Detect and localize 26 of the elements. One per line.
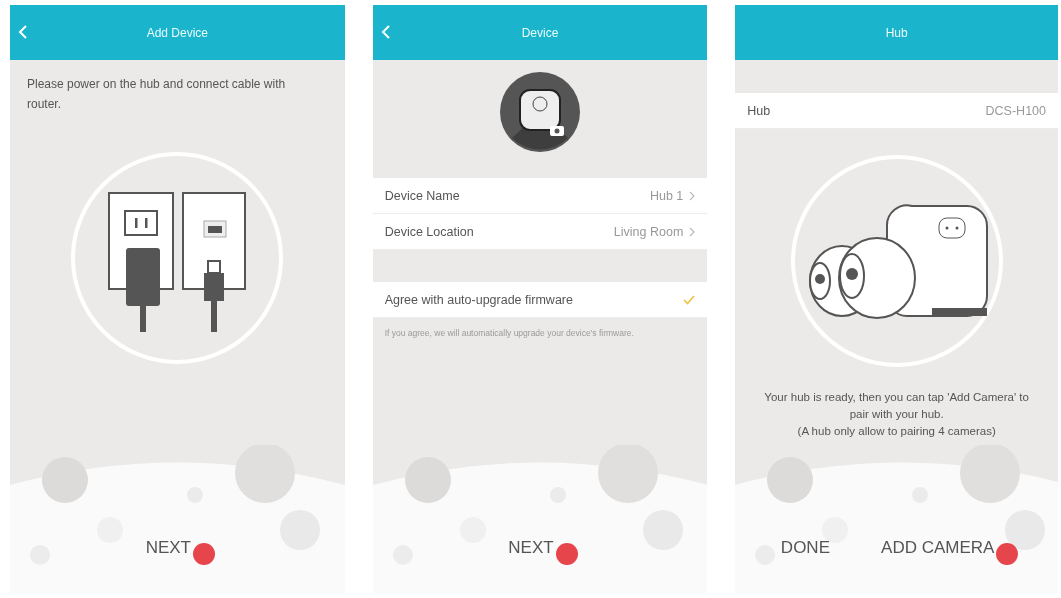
chevron-icon xyxy=(689,190,696,201)
back-icon[interactable] xyxy=(380,25,391,39)
pairing-limit-note: (A hub only allow to pairing 4 cameras) xyxy=(796,424,997,439)
firmware-row[interactable]: Agree with auto-upgrade firmware xyxy=(372,282,708,318)
status-message: Your hub is ready, then you can tap 'Add Camera' to pair with your hub. xyxy=(763,390,1030,422)
chevron-icon xyxy=(689,226,696,237)
row-label: Device Location xyxy=(384,224,475,239)
row-label: Hub xyxy=(747,103,772,118)
row-value: DCS-H100 xyxy=(985,103,1046,118)
screen-title: Hub xyxy=(885,25,908,40)
row-label: Agree with auto-upgrade firmware xyxy=(384,292,574,307)
next-button[interactable]: NEXT xyxy=(139,534,197,562)
row-label: Device Name xyxy=(384,188,461,203)
row-value: Living Room xyxy=(613,224,684,239)
screen-title: Add Device xyxy=(146,25,208,40)
settings-row[interactable]: Device Location Living Room xyxy=(372,214,708,250)
add-camera-button[interactable]: ADD CAMERA xyxy=(875,534,1001,562)
firmware-note: If you agree, we will automatically upgrade your device's firmware. xyxy=(383,327,635,338)
settings-row[interactable]: Device Name Hub 1 xyxy=(372,178,708,214)
back-icon[interactable] xyxy=(18,25,28,39)
instruction-text: Please power on the hub and connect cable with router. xyxy=(26,76,287,113)
done-button[interactable]: DONE xyxy=(774,534,836,562)
device-photo-icon[interactable] xyxy=(500,72,580,152)
screen-title: Device xyxy=(521,25,559,40)
next-button[interactable]: NEXT xyxy=(502,534,560,562)
row-value: Hub 1 xyxy=(649,188,684,203)
